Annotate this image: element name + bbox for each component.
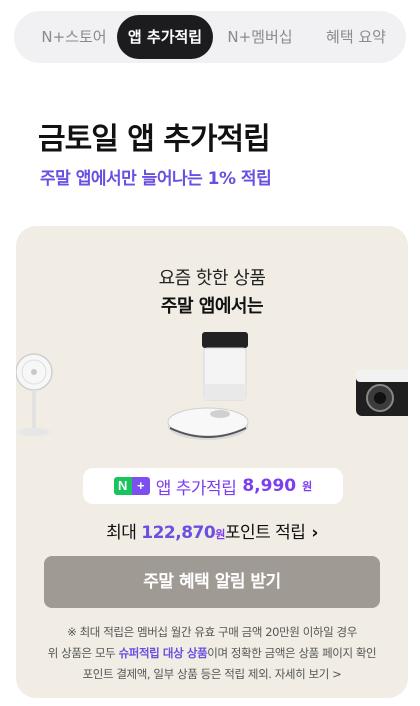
weekend-alert-button[interactable]: 주말 혜택 알림 받기 [44,556,380,608]
card-heading-line2: 주말 앱에서는 [160,296,264,317]
max-reward-link[interactable]: 최대 122,870원포인트 적립 › [16,518,408,543]
card-heading-line1: 요즘 핫한 상품 [158,268,266,289]
robot-vacuum-product-image[interactable] [162,328,272,448]
pill-label: 앱 추가적립 [155,478,237,499]
tab-app-extra-reward[interactable]: 앱 추가적립 [117,15,213,59]
max-won-unit: 원 [215,528,225,541]
fan-product-image[interactable] [16,350,60,440]
notice-line-1: ※ 최대 적립은 멤버십 월간 유효 구매 금액 20만원 이하일 경우 [67,625,357,639]
max-suffix: 포인트 적립 [224,523,306,543]
chevron-right-icon: › [311,523,318,543]
tab-nplus-membership[interactable]: N+멤버십 [214,15,306,59]
pill-won-unit: 원 [302,480,313,493]
app-extra-reward-pill: N + 앱 추가적립 8,990 원 [83,468,343,504]
max-prefix: 최대 [106,523,137,543]
pill-amount: 8,990 [242,476,297,496]
tab-bar: N+스토어 앱 추가적립 N+멤버십 혜택 요약 [14,11,406,63]
page-subtitle: 주말 앱에서만 늘어나는 1% 적립 [40,169,272,189]
max-amount: 122,870 [141,523,216,543]
notice-line-2: 위 상품은 모두 슈퍼적립 대상 상품이며 정확한 금액은 상품 페이지 확인 [47,646,377,660]
reward-notice: ※ 최대 적립은 멤버십 월간 유효 구매 금액 20만원 이하일 경우 위 상… [28,622,396,685]
super-reward-highlight: 슈퍼적립 대상 상품 [118,646,208,660]
weekend-product-card: 요즘 핫한 상품 주말 앱에서는 N + 앱 추가적립 8,990 원 최대 12 [16,226,408,698]
tab-nplus-store[interactable]: N+스토어 [24,15,124,59]
nplus-badge-icon: N + [113,477,150,495]
page-title: 금토일 앱 추가적립 [38,122,271,157]
camera-product-image[interactable] [354,366,408,420]
notice-line-3-more-link[interactable]: 포인트 결제액, 일부 상품 등은 적립 제외. 자세히 보기 > [28,664,396,685]
tab-benefit-summary[interactable]: 혜택 요약 [312,15,400,59]
